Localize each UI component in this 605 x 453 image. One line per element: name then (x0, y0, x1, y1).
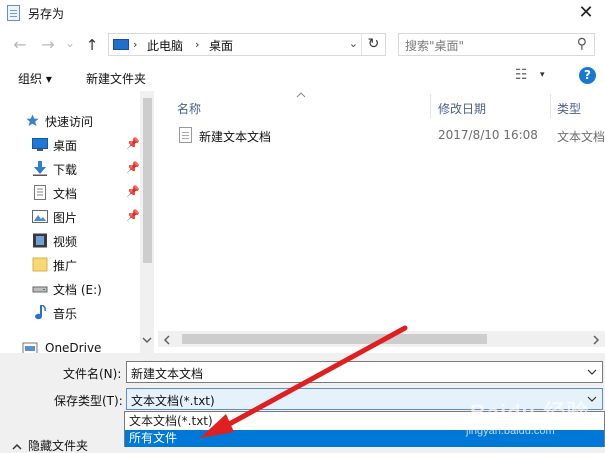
baidu-watermark: Baidu 经验 (470, 400, 590, 425)
search-icon[interactable]: ⚲ (577, 36, 587, 52)
title-bar: 另存为 ✕ (0, 0, 605, 27)
breadcrumb-separator-icon: › (133, 38, 138, 51)
notepad-icon (7, 5, 20, 21)
star-icon (26, 114, 39, 126)
pin-icon: 📌 (126, 161, 140, 174)
chevron-down-icon[interactable] (587, 369, 597, 375)
breadcrumb-desktop[interactable]: 桌面 (209, 37, 233, 54)
new-folder-button[interactable]: 新建文件夹 (86, 70, 146, 87)
pin-icon: 📌 (126, 209, 140, 222)
navigation-pane: 快速访问 桌面 📌 下载 📌 文档 📌 图片 📌 视频 推广 文档 (E:) 音… (0, 91, 155, 355)
sidebar-item-label: 文档 (E:) (53, 283, 102, 297)
refresh-button[interactable]: ↻ (361, 34, 385, 55)
sidebar-item-documents[interactable]: 文档 📌 (18, 181, 140, 205)
baidu-watermark-url: jingyan.baidu.com (466, 425, 555, 437)
filetype-value: 文本文档(*.txt) (131, 394, 215, 408)
filename-field[interactable]: 新建文本文档 (126, 361, 603, 383)
hide-folders-toggle[interactable]: 隐藏文件夹 (12, 437, 88, 453)
sidebar-item-promo[interactable]: 推广 (18, 253, 138, 277)
column-header-name[interactable]: 名称 (177, 100, 201, 124)
video-icon (33, 233, 47, 248)
column-header-modified[interactable]: 修改日期 (438, 100, 486, 124)
up-button[interactable]: ↑ (82, 34, 102, 56)
address-bar[interactable]: › 此电脑 › 桌面 ⌄ ↻ (108, 33, 386, 56)
file-type: 文本文档 (557, 130, 605, 144)
breadcrumb-this-pc[interactable]: 此电脑 (147, 37, 183, 54)
column-header-type[interactable]: 类型 (557, 100, 581, 124)
sidebar-item-label: 快速访问 (45, 115, 94, 129)
scroll-left-icon[interactable] (163, 335, 170, 345)
address-dropdown-icon[interactable]: ⌄ (349, 37, 358, 50)
search-input[interactable]: 搜索"桌面" (405, 37, 464, 54)
back-button[interactable]: ← (10, 34, 30, 56)
music-icon (35, 305, 46, 320)
organize-menu-button[interactable]: 组织 ▾ (18, 70, 52, 87)
close-button[interactable]: ✕ (567, 0, 605, 27)
help-icon[interactable]: ? (579, 67, 596, 84)
sidebar-item-music[interactable]: 音乐 (18, 301, 138, 325)
sidebar-item-downloads[interactable]: 下载 📌 (18, 157, 140, 181)
scroll-down-icon[interactable] (142, 337, 152, 344)
view-dropdown-icon[interactable]: ▾ (540, 70, 545, 80)
command-bar: 组织 ▾ 新建文件夹 ☷ ▾ ? (0, 63, 605, 91)
chevron-up-icon (12, 443, 22, 450)
recent-locations-dropdown[interactable]: ⌄ (60, 32, 80, 54)
filename-input[interactable]: 新建文本文档 (131, 365, 203, 382)
file-modified: 2017/8/10 16:08 (438, 128, 538, 142)
sidebar-item-pictures[interactable]: 图片 📌 (18, 205, 140, 229)
filename-label: 文件名(N): (63, 367, 122, 381)
sidebar-item-quick-access[interactable]: 快速访问 (10, 109, 130, 133)
computer-icon (113, 39, 129, 50)
drive-icon (32, 286, 48, 293)
view-options-icon[interactable]: ☷ (515, 67, 528, 83)
filetype-label: 保存类型(T): (54, 394, 123, 408)
sidebar-item-label: 推广 (53, 259, 78, 273)
download-icon (33, 161, 47, 176)
column-divider[interactable] (430, 94, 431, 118)
breadcrumb-separator-icon: › (195, 38, 200, 51)
sidebar-item-label: 视频 (53, 235, 78, 249)
file-row[interactable]: 新建文本文档 2017/8/10 16:08 文本文档 (171, 124, 605, 148)
search-box[interactable]: 搜索"桌面" ⚲ (398, 33, 595, 56)
sidebar-item-drive-e[interactable]: 文档 (E:) (18, 277, 138, 301)
sort-ascending-icon (296, 92, 306, 98)
hide-folders-label: 隐藏文件夹 (28, 439, 89, 453)
sidebar-item-label: 文档 (53, 187, 78, 201)
window-title: 另存为 (28, 7, 65, 21)
file-name: 新建文本文档 (199, 130, 272, 144)
pin-icon: 📌 (126, 185, 140, 198)
sidebar-item-label: 音乐 (53, 307, 78, 321)
pin-icon: 📌 (126, 137, 140, 150)
sidebar-item-label: 图片 (53, 211, 78, 225)
column-divider[interactable] (550, 94, 551, 118)
sidebar-item-label: 下载 (53, 163, 78, 177)
forward-button[interactable]: → (38, 34, 58, 56)
document-icon (34, 185, 46, 200)
sidebar-scrollbar-thumb[interactable] (143, 98, 152, 263)
picture-icon (32, 210, 48, 223)
desktop-icon (32, 138, 48, 151)
horizontal-scrollbar-thumb[interactable] (182, 334, 487, 344)
sidebar-item-desktop[interactable]: 桌面 📌 (18, 133, 140, 157)
text-file-icon (179, 127, 192, 143)
scroll-right-icon[interactable] (593, 335, 600, 345)
sidebar-item-videos[interactable]: 视频 (18, 229, 138, 253)
sidebar-item-label: 桌面 (53, 139, 78, 153)
folder-icon (32, 257, 48, 272)
